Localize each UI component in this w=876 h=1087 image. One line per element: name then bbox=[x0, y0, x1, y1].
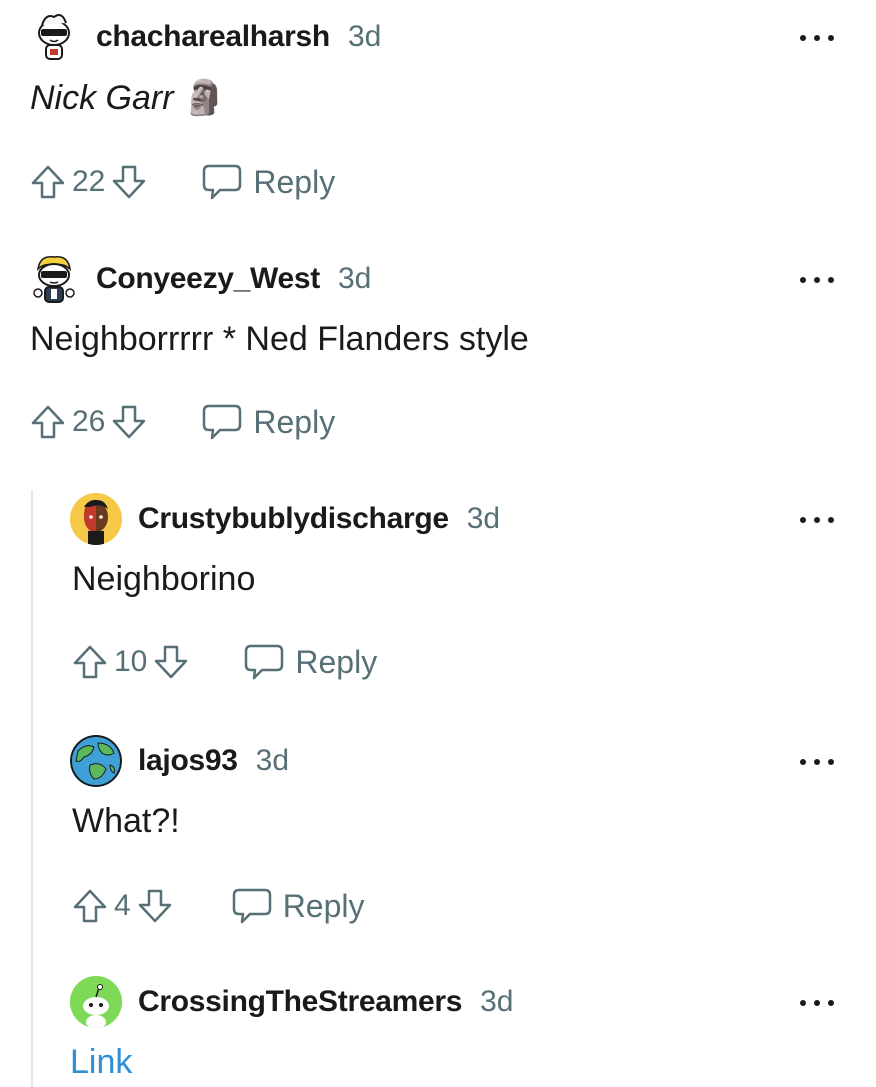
timestamp: 3d bbox=[480, 985, 514, 1018]
avatar[interactable] bbox=[70, 976, 122, 1028]
comment-bubble-icon bbox=[232, 888, 271, 924]
timestamp: 3d bbox=[466, 502, 501, 535]
reply-button[interactable]: Reply bbox=[231, 887, 365, 925]
downvote-icon[interactable] bbox=[109, 162, 149, 202]
avatar[interactable] bbox=[70, 493, 122, 545]
upvote-icon[interactable] bbox=[28, 402, 68, 442]
avatar[interactable] bbox=[70, 735, 122, 787]
custom-avatar-icon bbox=[70, 493, 122, 545]
comment-header: Crustybublydischarge 3d bbox=[70, 493, 501, 545]
reply-label: Reply bbox=[253, 403, 336, 440]
upvote-icon[interactable] bbox=[70, 886, 110, 926]
username[interactable]: CrossingTheStreamers bbox=[138, 985, 462, 1019]
username[interactable]: lajos93 bbox=[138, 744, 238, 778]
comment-actions: 26 Reply bbox=[28, 400, 335, 444]
comment-bubble-icon bbox=[245, 644, 284, 680]
comment-body: Nick Garr 🗿 bbox=[30, 78, 225, 118]
reply-button[interactable]: Reply bbox=[243, 643, 377, 681]
username[interactable]: chacharealharsh bbox=[96, 20, 330, 54]
avatar[interactable] bbox=[28, 11, 80, 63]
comment-header: chacharealharsh 3d bbox=[28, 11, 382, 63]
comment-actions: 22 Reply bbox=[28, 160, 335, 204]
upvote-icon[interactable] bbox=[70, 642, 110, 682]
reply-button[interactable]: Reply bbox=[201, 163, 335, 201]
vote-score: 22 bbox=[72, 165, 106, 198]
avatar[interactable] bbox=[28, 253, 80, 305]
reply-button[interactable]: Reply bbox=[201, 403, 335, 441]
vote-score: 4 bbox=[114, 889, 131, 922]
downvote-icon[interactable] bbox=[109, 402, 149, 442]
downvote-icon[interactable] bbox=[135, 886, 175, 926]
upvote-icon[interactable] bbox=[28, 162, 68, 202]
globe-avatar-icon bbox=[70, 735, 122, 787]
snoo-avatar-icon bbox=[38, 14, 70, 60]
comment-actions: 4 Reply bbox=[70, 884, 365, 928]
more-options-icon[interactable] bbox=[800, 514, 834, 526]
timestamp: 3d bbox=[347, 20, 382, 53]
more-options-icon[interactable] bbox=[800, 756, 834, 768]
more-options-icon[interactable] bbox=[800, 997, 834, 1009]
reply-label: Reply bbox=[295, 643, 378, 680]
vote-score: 10 bbox=[114, 645, 148, 678]
more-options-icon[interactable] bbox=[800, 274, 834, 286]
comment-actions: 10 Reply bbox=[70, 640, 377, 684]
thread-line[interactable] bbox=[31, 490, 33, 1087]
comment-header: CrossingTheStreamers 3d bbox=[70, 976, 514, 1028]
comment-bubble-icon bbox=[203, 164, 242, 200]
comment-body: Neighborino bbox=[72, 560, 256, 598]
more-options-icon[interactable] bbox=[800, 32, 834, 44]
moai-emoji: 🗿 bbox=[183, 79, 226, 117]
downvote-icon[interactable] bbox=[151, 642, 191, 682]
default-snoo-icon bbox=[70, 976, 122, 1028]
comment-body: Neighborrrrr * Ned Flanders style bbox=[30, 320, 529, 358]
reply-label: Reply bbox=[253, 163, 336, 200]
comment-text: Nick Garr bbox=[30, 79, 174, 117]
timestamp: 3d bbox=[255, 744, 290, 777]
comment-link[interactable]: Link bbox=[70, 1043, 132, 1082]
snoo-avatar-icon bbox=[33, 256, 75, 303]
username[interactable]: Conyeezy_West bbox=[96, 262, 320, 296]
reply-label: Reply bbox=[282, 887, 365, 924]
vote-score: 26 bbox=[72, 405, 106, 438]
comment-header: lajos93 3d bbox=[70, 735, 290, 787]
comment-bubble-icon bbox=[203, 404, 242, 440]
username[interactable]: Crustybublydischarge bbox=[138, 502, 449, 536]
comment-header: Conyeezy_West 3d bbox=[28, 253, 372, 305]
comment-body: What?! bbox=[72, 802, 180, 840]
timestamp: 3d bbox=[337, 262, 372, 295]
